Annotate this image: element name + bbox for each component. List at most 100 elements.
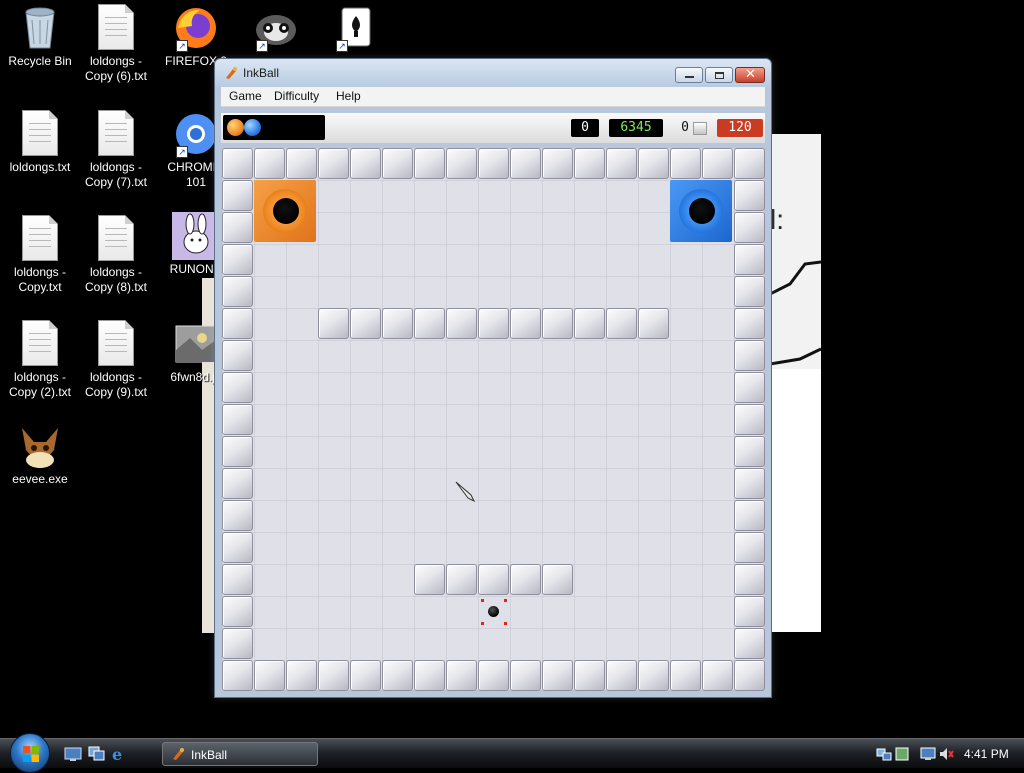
wall-tile [286,660,317,691]
taskbar: e InkBall 4:41 PM [0,733,1024,773]
shortcut-arrow-icon: ↗ [256,40,268,52]
wall-tile [414,564,445,595]
show-desktop-icon[interactable] [64,746,82,762]
inkball-app-icon [173,748,184,760]
display-icon[interactable] [920,746,936,762]
maximize-button[interactable] [705,67,733,83]
blue-ball-icon [244,119,261,136]
menu-help[interactable]: Help [336,89,361,103]
wall-tile [734,372,765,403]
desktop-icon-eevee[interactable]: eevee.exe [0,422,80,487]
menu-difficulty[interactable]: Difficulty [274,89,319,103]
firefox-icon: ↗ [172,4,220,52]
background-image-window: l: [770,134,821,632]
desktop-icon-text-file[interactable]: loldongs - Copy (9).txt [76,320,156,400]
wall-tile [414,660,445,691]
wall-tile [446,564,477,595]
desktop-icon-text-file[interactable]: loldongs - Copy (2).txt [0,320,80,400]
wall-tile [446,660,477,691]
system-tray: 4:41 PM [868,739,1024,769]
wall-tile [222,180,253,211]
desktop-icon-raccoon-app[interactable]: ↗ [236,4,316,54]
wall-tile [734,308,765,339]
desktop-icon-label: loldongs - Copy (9).txt [84,370,147,399]
shortcut-arrow-icon: ↗ [176,146,188,158]
wall-tile [670,148,701,179]
wall-tile [382,660,413,691]
switch-windows-icon[interactable] [88,746,106,762]
desktop-icon-text-file[interactable]: loldongs.txt [0,110,80,175]
wall-tile [734,596,765,627]
taskbar-button-label: InkBall [191,748,228,762]
wall-tile [734,628,765,659]
wall-tile [350,148,381,179]
inkball-app-icon [226,67,237,79]
wall-tile [606,308,637,339]
menu-game[interactable]: Game [229,89,262,103]
wall-tile [350,660,381,691]
solitaire-icon: ↗ [332,4,380,52]
network-icon[interactable] [876,746,892,762]
desktop-icon-text-file[interactable]: loldongs - Copy.txt [0,215,80,295]
orange-hole [254,180,316,242]
desktop-icon-label: loldongs - Copy.txt [13,265,67,294]
desktop-icon-label: Recycle Bin [8,54,72,68]
desktop-icon-solitaire[interactable]: ↗ [316,4,396,54]
wall-tile [542,660,573,691]
wall-tile [734,212,765,243]
wall-tile [446,308,477,339]
clock[interactable]: 4:41 PM [964,747,1009,761]
wall-tile [478,308,509,339]
desktop-icon-text-file[interactable]: loldongs - Copy (7).txt [76,110,156,190]
wall-tile [222,244,253,275]
wall-tile [638,308,669,339]
start-button[interactable] [10,733,50,773]
chromium-icon: ↗ [172,110,220,158]
desktop-icon-text-file[interactable]: loldongs - Copy (8).txt [76,215,156,295]
desktop-icon-label: loldongs.txt [9,160,71,174]
wall-tile [478,564,509,595]
wall-tile [446,148,477,179]
close-button[interactable]: ✕ [735,67,765,83]
game-board[interactable] [221,147,766,692]
desktop-icon-recycle-bin[interactable]: Recycle Bin [0,4,80,69]
score-counter: 6345 [609,119,663,137]
taskbar-button-inkball[interactable]: InkBall [162,742,318,766]
shortcut-arrow-icon: ↗ [336,40,348,52]
wall-tile [382,308,413,339]
inkball-window: InkBall ✕ Game Difficulty Help 0 6345 0 … [214,58,772,698]
wall-tile [734,532,765,563]
desktop-icon-label: loldongs - Copy (2).txt [8,370,71,399]
wall-tile [222,404,253,435]
blue-hole [670,180,732,242]
tray-app-icon[interactable] [894,746,910,762]
minimize-button[interactable] [675,67,703,83]
wall-tile [222,372,253,403]
recycle-bin-icon [16,4,64,52]
lost-ball-icon [693,122,707,135]
wall-tile [734,404,765,435]
wall-tile [478,660,509,691]
desktop-icon-text-file[interactable]: loldongs - Copy (6).txt [76,4,156,84]
title-bar[interactable]: InkBall ✕ [215,59,771,87]
wall-tile [318,148,349,179]
eevee-icon [16,422,64,470]
wall-tile [222,532,253,563]
maximize-icon [715,72,724,79]
minimize-icon [685,76,694,78]
volume-muted-icon[interactable] [938,746,954,762]
pen-cursor-icon [455,481,476,503]
wall-tile [350,308,381,339]
wall-tile [638,660,669,691]
text-file-icon [92,320,140,368]
wall-tile [606,660,637,691]
wall-tile [222,468,253,499]
internet-explorer-icon[interactable]: e [110,746,128,762]
wall-tile [734,500,765,531]
wall-tile [670,660,701,691]
wall-tile [510,660,541,691]
timer: 120 [717,119,763,137]
wall-tile [222,212,253,243]
wall-tile [638,148,669,179]
svg-text:e: e [112,746,122,762]
